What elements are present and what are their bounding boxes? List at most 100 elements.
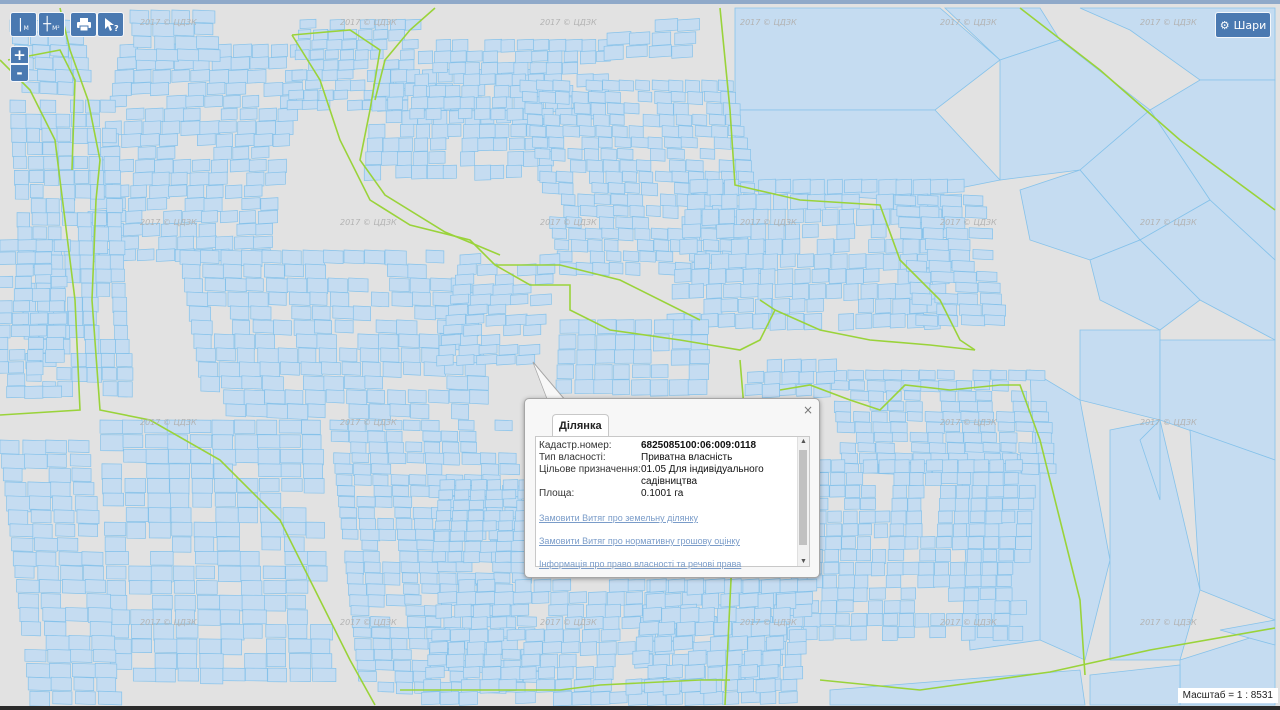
land-parcel (1032, 411, 1049, 423)
land-parcel (365, 572, 383, 585)
land-parcel (617, 147, 634, 161)
land-parcel (113, 310, 128, 326)
land-parcel (838, 574, 856, 590)
tab-parcel[interactable]: Ділянка (552, 414, 609, 437)
map-canvas[interactable] (0, 4, 1280, 706)
ownership-rights-info-link[interactable]: Інформація про право власності та речові… (539, 558, 797, 570)
print-button[interactable] (70, 12, 97, 37)
cadastral-map[interactable] (0, 4, 1280, 706)
land-parcel (225, 184, 243, 199)
land-parcel (858, 298, 874, 314)
land-parcel (920, 536, 936, 549)
land-parcel (122, 434, 144, 448)
order-parcel-extract-link[interactable]: Замовити Витяг про земельну ділянку (539, 512, 797, 524)
land-parcel (892, 298, 910, 316)
land-parcel (470, 489, 486, 501)
land-parcel (50, 275, 68, 288)
land-parcel (189, 171, 210, 186)
land-parcel (450, 293, 470, 305)
land-parcel (519, 666, 537, 680)
land-parcel (998, 548, 1014, 562)
land-parcel (609, 691, 628, 704)
zoom-out-button[interactable]: - (10, 64, 29, 82)
land-parcel (243, 263, 262, 278)
land-parcel (334, 463, 353, 475)
land-parcel (481, 61, 499, 76)
land-parcel (882, 625, 898, 641)
land-parcel (497, 61, 516, 74)
land-parcel (385, 110, 403, 124)
land-parcel (383, 59, 400, 70)
land-parcel (412, 84, 427, 99)
land-parcel (723, 578, 742, 595)
land-parcel (30, 509, 52, 524)
scroll-up-icon[interactable]: ▲ (800, 438, 807, 445)
land-parcel (291, 305, 312, 320)
land-parcel (490, 164, 505, 180)
popup-scrollbar[interactable]: ▲ ▼ (797, 437, 809, 566)
land-parcel (186, 291, 209, 307)
field-label: Площа: (539, 488, 575, 499)
land-parcel (963, 194, 984, 207)
land-parcel (267, 667, 287, 683)
scroll-thumb[interactable] (799, 450, 807, 545)
land-parcel (706, 178, 724, 196)
land-parcel (742, 578, 760, 594)
land-parcel (287, 403, 309, 420)
land-parcel (6, 495, 31, 513)
measure-area-button[interactable]: ┼ M² (38, 12, 65, 37)
land-parcel (484, 38, 502, 53)
land-parcel (497, 530, 514, 542)
land-parcel (412, 151, 429, 168)
land-parcel (236, 347, 255, 365)
measure-distance-button[interactable]: | M (10, 12, 37, 37)
land-parcel (421, 583, 440, 594)
close-icon[interactable]: × (803, 403, 813, 417)
land-parcel (303, 463, 323, 479)
land-parcel (155, 248, 176, 262)
land-parcel (394, 670, 414, 684)
land-parcel (152, 594, 173, 610)
land-parcel (366, 583, 386, 596)
land-parcel (15, 263, 34, 277)
land-parcel (171, 521, 193, 537)
land-parcel (40, 593, 61, 610)
land-parcel (325, 389, 345, 404)
land-parcel (390, 69, 408, 83)
zoom-in-button[interactable]: + (10, 46, 29, 64)
land-parcel (912, 178, 931, 197)
land-parcel (400, 347, 421, 364)
land-parcel (152, 69, 171, 85)
land-parcel (177, 653, 197, 670)
land-parcel (313, 29, 328, 41)
land-parcel (45, 634, 71, 652)
layers-button[interactable]: ⚙ Шари (1215, 12, 1271, 38)
land-parcel (0, 439, 20, 455)
land-parcel (596, 334, 617, 351)
order-valuation-extract-link[interactable]: Замовити Витяг про нормативну грошову оц… (539, 535, 797, 547)
land-parcel (216, 536, 240, 551)
land-parcel (477, 578, 496, 593)
land-parcel (604, 91, 621, 104)
land-parcel (1008, 625, 1024, 641)
watermark: 2017 © ЦДЗК (540, 18, 597, 27)
land-parcel (451, 403, 469, 420)
land-parcel (222, 263, 242, 279)
land-parcel (445, 313, 466, 326)
land-parcel (11, 537, 34, 552)
land-parcel (947, 178, 965, 194)
land-parcel (356, 496, 376, 508)
land-parcel (615, 334, 636, 352)
land-parcel (531, 591, 550, 605)
land-parcel (653, 239, 670, 252)
identify-button[interactable]: ? (97, 12, 124, 37)
land-parcel (150, 565, 173, 583)
land-parcel (105, 184, 122, 199)
land-parcel (594, 666, 614, 681)
land-parcel (83, 565, 104, 582)
land-parcel (371, 291, 390, 308)
scroll-down-icon[interactable]: ▼ (800, 558, 807, 565)
land-parcel (821, 587, 839, 602)
land-parcel (390, 474, 409, 486)
land-parcel (835, 411, 851, 423)
